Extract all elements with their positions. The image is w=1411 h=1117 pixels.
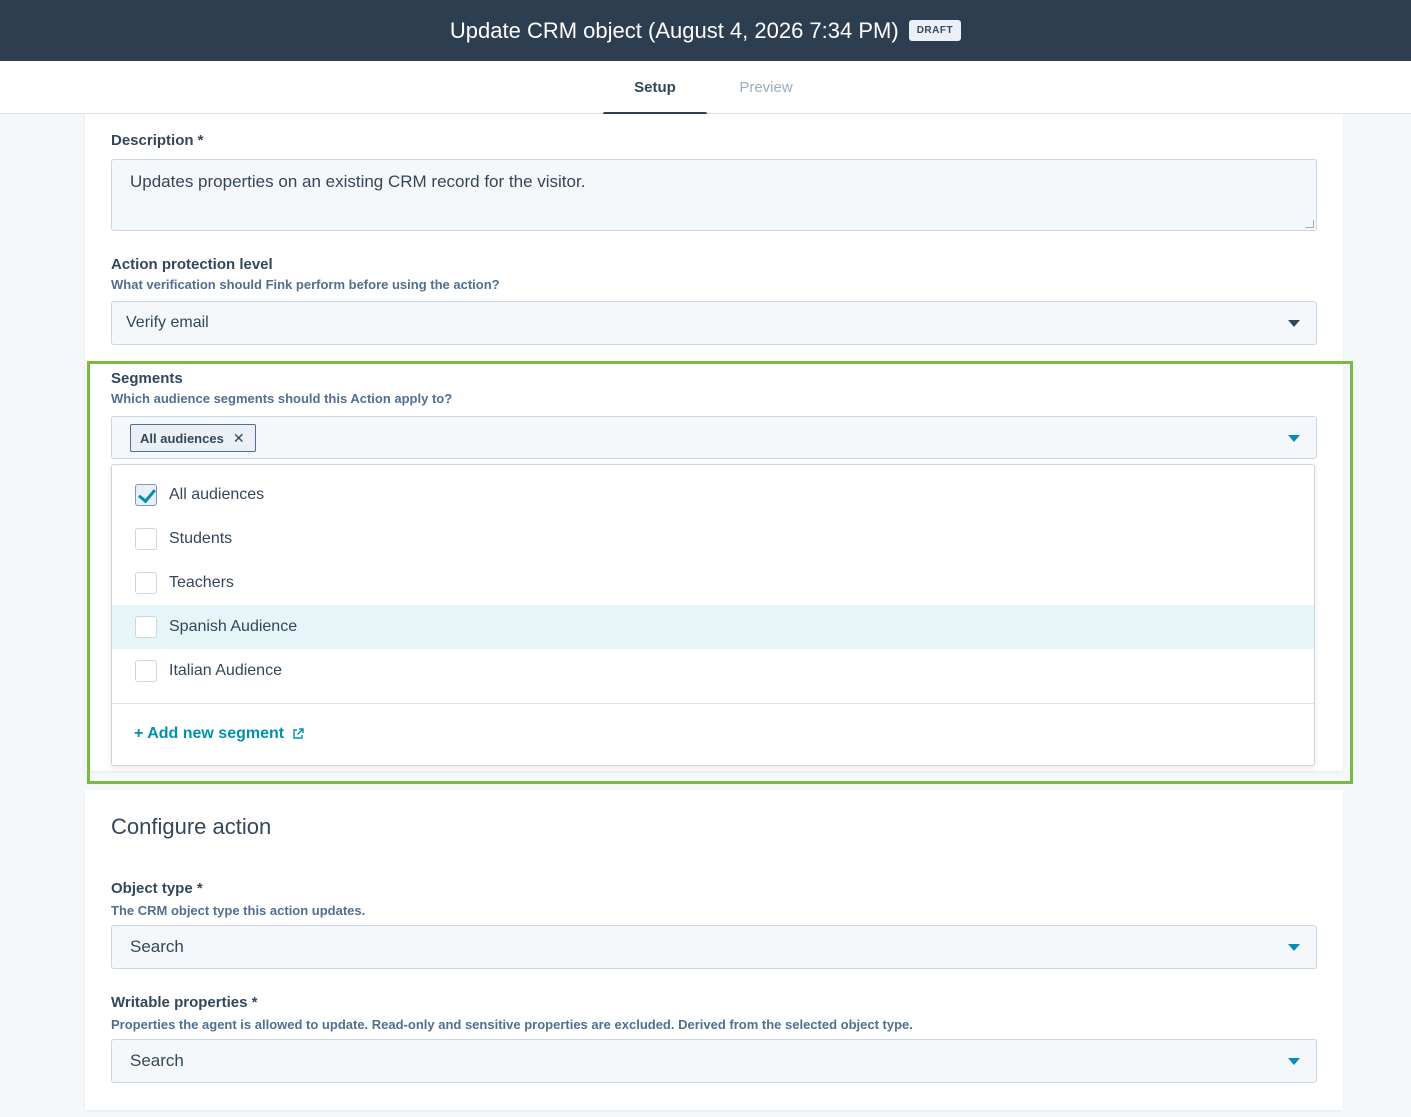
writable-properties-label: Writable properties * <box>111 994 258 1011</box>
protection-value: Verify email <box>126 314 209 331</box>
writable-properties-help: Properties the agent is allowed to updat… <box>111 1017 913 1032</box>
protection-label: Action protection level <box>111 256 273 273</box>
tab-preview[interactable]: Preview <box>716 61 816 114</box>
segments-highlight-frame <box>87 361 1353 784</box>
resize-handle-icon[interactable] <box>1306 220 1314 228</box>
writable-properties-placeholder: Search <box>130 1051 184 1070</box>
object-type-placeholder: Search <box>130 937 184 956</box>
writable-properties-select[interactable]: Search <box>111 1039 1317 1083</box>
object-type-label: Object type * <box>111 880 203 897</box>
description-textarea[interactable]: Updates properties on an existing CRM re… <box>111 159 1317 231</box>
description-label: Description * <box>111 132 204 149</box>
status-badge: DRAFT <box>908 20 962 41</box>
caret-down-icon <box>1288 320 1300 327</box>
protection-help: What verification should Fink perform be… <box>111 277 500 292</box>
tab-setup[interactable]: Setup <box>603 61 707 116</box>
top-header: Update CRM object (August 4, 2026 7:34 P… <box>0 0 1411 61</box>
page-title: Update CRM object (August 4, 2026 7:34 P… <box>449 17 899 43</box>
object-type-help: The CRM object type this action updates. <box>111 903 366 918</box>
caret-down-icon <box>1288 944 1300 951</box>
caret-down-icon <box>1288 1058 1300 1065</box>
tab-bar: Setup Preview <box>0 61 1411 116</box>
object-type-select[interactable]: Search <box>111 925 1317 969</box>
configure-heading: Configure action <box>111 814 272 839</box>
protection-select[interactable]: Verify email <box>111 301 1317 345</box>
description-value: Updates properties on an existing CRM re… <box>130 172 586 191</box>
